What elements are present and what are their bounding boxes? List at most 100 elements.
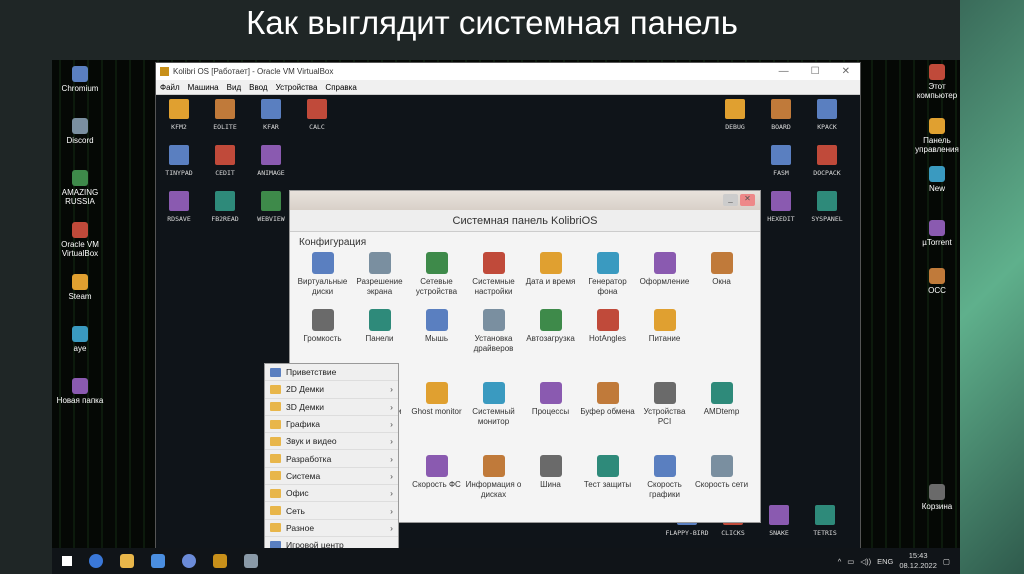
- panel-item[interactable]: Информация о дисках: [465, 451, 522, 508]
- kolibri-icon-debug[interactable]: DEBUG: [712, 99, 758, 131]
- kolibri-icon-animage[interactable]: ANIMAGE: [248, 145, 294, 177]
- start-menu-item[interactable]: Система ›: [265, 468, 398, 486]
- desktop-icon[interactable]: AMAZING RUSSIA: [55, 170, 105, 206]
- notifications-icon[interactable]: ▢: [943, 557, 950, 566]
- kolibri-icon-snake[interactable]: SNAKE: [756, 505, 802, 537]
- menu-item[interactable]: Справка: [325, 83, 356, 92]
- panel-item[interactable]: Системные настройки: [465, 248, 522, 305]
- panel-item[interactable]: Буфер обмена: [579, 378, 636, 435]
- close-button[interactable]: ✕: [842, 66, 850, 77]
- kolibri-icon-kfm2[interactable]: KFM2: [156, 99, 202, 131]
- chromium-taskbar-icon[interactable]: [89, 554, 103, 568]
- panel-item[interactable]: AMDtemp: [693, 378, 750, 435]
- kolibri-icon-cedit[interactable]: CEDIT: [202, 145, 248, 177]
- minimize-button[interactable]: —: [779, 66, 789, 77]
- panel-item[interactable]: Системный монитор: [465, 378, 522, 435]
- panel-item[interactable]: Генератор фона: [579, 248, 636, 305]
- panel-item[interactable]: Ghost monitor: [408, 378, 465, 435]
- desktop-icon[interactable]: Этот компьютер: [912, 64, 960, 100]
- panel-item[interactable]: Устройства PCI: [636, 378, 693, 435]
- desktop-icon[interactable]: µTorrent: [912, 220, 960, 247]
- panel-item[interactable]: Автозагрузка: [522, 305, 579, 362]
- app2-taskbar-icon[interactable]: [244, 554, 258, 568]
- maximize-button[interactable]: ☐: [811, 66, 820, 77]
- kolibri-icon-tinypad[interactable]: TINYPAD: [156, 145, 202, 177]
- start-menu-item[interactable]: Разное ›: [265, 520, 398, 537]
- panel-item[interactable]: Скорость сети: [693, 451, 750, 508]
- menu-item[interactable]: Файл: [160, 83, 180, 92]
- panel-item[interactable]: Панели: [351, 305, 408, 362]
- clock[interactable]: 15:43 08.12.2022: [899, 551, 937, 571]
- kolibri-icon-kpack[interactable]: KPACK: [804, 99, 850, 131]
- language-indicator[interactable]: ENG: [877, 557, 893, 566]
- panel-item[interactable]: Тест защиты: [579, 451, 636, 508]
- menu-item[interactable]: Вид: [227, 83, 241, 92]
- panel-item[interactable]: Окна: [693, 248, 750, 305]
- panel-item[interactable]: Громкость: [294, 305, 351, 362]
- panel-item[interactable]: Виртуальные диски: [294, 248, 351, 305]
- desktop-icon[interactable]: Панель управления: [912, 118, 960, 154]
- start-menu-item[interactable]: 2D Демки ›: [265, 381, 398, 399]
- menu-item[interactable]: Ввод: [249, 83, 267, 92]
- explorer-taskbar-icon[interactable]: [120, 554, 134, 568]
- network-icon[interactable]: ▭: [847, 557, 854, 566]
- desktop-icon[interactable]: Oracle VM VirtualBox: [55, 222, 105, 258]
- kolibri-icon-hexedit[interactable]: HEXEDIT: [758, 191, 804, 223]
- desktop-icon[interactable]: Chromium: [55, 66, 105, 93]
- start-menu-item[interactable]: Графика ›: [265, 416, 398, 434]
- start-menu-item[interactable]: Приветствие: [265, 364, 398, 382]
- panel-item-label: Устройства PCI: [643, 407, 686, 426]
- virtualbox-taskbar-icon[interactable]: [182, 554, 196, 568]
- panel-item[interactable]: Установка драйверов: [465, 305, 522, 362]
- panel-item[interactable]: Скорость графики: [636, 451, 693, 508]
- kolibri-icon-board[interactable]: BOARD: [758, 99, 804, 131]
- desktop-icon[interactable]: OCC: [912, 268, 960, 295]
- desktop-icon[interactable]: aye: [55, 326, 105, 353]
- chevron-up-icon[interactable]: ^: [838, 557, 842, 566]
- panel-item[interactable]: Процессы: [522, 378, 579, 435]
- kolibri-icon-syspanel[interactable]: SYSPANEL: [804, 191, 850, 223]
- panel-item[interactable]: Дата и время: [522, 248, 579, 305]
- panel-item[interactable]: Питание: [636, 305, 693, 362]
- app-taskbar-icon[interactable]: [151, 554, 165, 568]
- start-menu-item[interactable]: Офис ›: [265, 485, 398, 503]
- kolibri-icon-calc[interactable]: CALC: [294, 99, 340, 131]
- kolibri-taskbar-icon[interactable]: [213, 554, 227, 568]
- kolibri-icon-webview[interactable]: WEBVIEW: [248, 191, 294, 223]
- desktop-icon[interactable]: Новая папка: [55, 378, 105, 405]
- start-menu-item[interactable]: Звук и видео ›: [265, 433, 398, 451]
- panel-item[interactable]: HotAngles: [579, 305, 636, 362]
- start-menu-item[interactable]: Разработка ›: [265, 450, 398, 468]
- volume-icon[interactable]: ◁)): [860, 557, 871, 566]
- desktop-icon[interactable]: Discord: [55, 118, 105, 145]
- kolibri-icon-fasm[interactable]: FASM: [758, 145, 804, 177]
- panel-item[interactable]: Сетевые устройства: [408, 248, 465, 305]
- kolibri-icon-kfar[interactable]: KFAR: [248, 99, 294, 131]
- menu-item[interactable]: Устройства: [276, 83, 318, 92]
- item-icon: [710, 252, 733, 274]
- desktop-icon[interactable]: Корзина: [912, 484, 960, 511]
- kolibri-icon-docpack[interactable]: DOCPACK: [804, 145, 850, 177]
- desktop-icon[interactable]: New: [912, 166, 960, 193]
- kolibri-icon-fb2read[interactable]: FB2READ: [202, 191, 248, 223]
- start-menu-item[interactable]: Сеть ›: [265, 502, 398, 520]
- panel-item[interactable]: Оформление: [636, 248, 693, 305]
- start-button[interactable]: [62, 556, 72, 566]
- menu-item[interactable]: Машина: [188, 83, 219, 92]
- icon-label: BOARD: [771, 123, 791, 131]
- kolibri-icon-tetris[interactable]: TETRIS: [802, 505, 848, 537]
- kolibri-icon-eolite[interactable]: EOLITE: [202, 99, 248, 131]
- icon-label: EOLITE: [213, 123, 237, 131]
- kolibri-icon-rdsave[interactable]: RDSAVE: [156, 191, 202, 223]
- panel-item[interactable]: Шина: [522, 451, 579, 508]
- panel-item-label: Буфер обмена: [580, 407, 635, 416]
- panel-minimize-button[interactable]: _: [723, 194, 738, 206]
- panel-close-button[interactable]: ✕: [740, 194, 755, 206]
- start-menu-item[interactable]: 3D Демки ›: [265, 399, 398, 416]
- panel-item[interactable]: Скорость ФС: [408, 451, 465, 508]
- panel-item[interactable]: Мышь: [408, 305, 465, 362]
- start-menu-label: 2D Демки: [286, 384, 325, 395]
- desktop-icon[interactable]: Steam: [55, 274, 105, 301]
- app-icon: [72, 378, 88, 394]
- panel-item[interactable]: Разрешение экрана: [351, 248, 408, 305]
